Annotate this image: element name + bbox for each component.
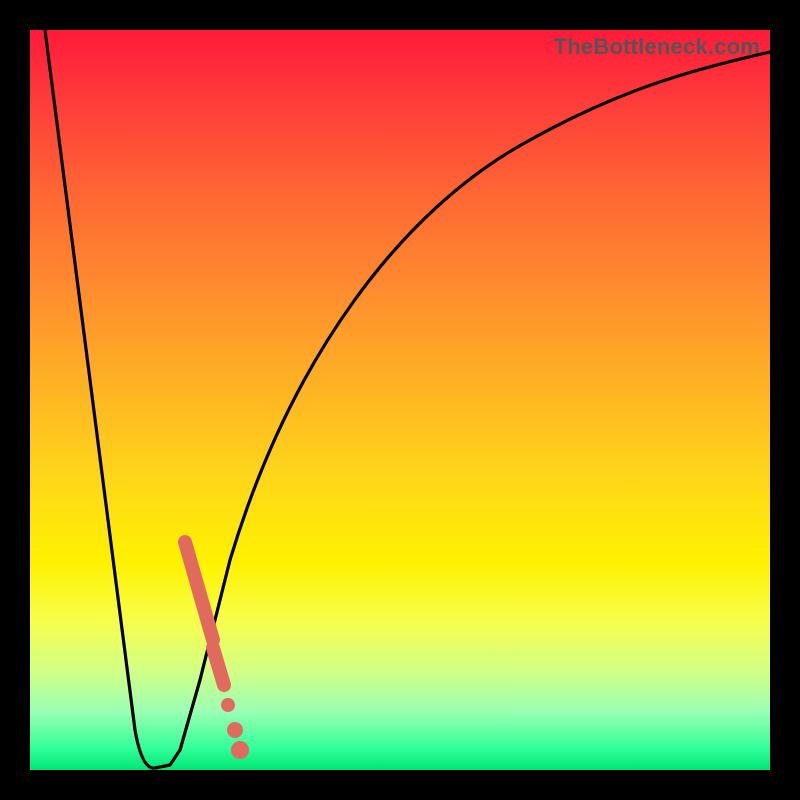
exclamation-marker <box>185 542 249 759</box>
bottleneck-curve <box>30 30 770 770</box>
plot-area: TheBottleneck.com <box>30 30 770 770</box>
chart-frame: TheBottleneck.com <box>0 0 800 800</box>
curve-path <box>45 30 770 768</box>
